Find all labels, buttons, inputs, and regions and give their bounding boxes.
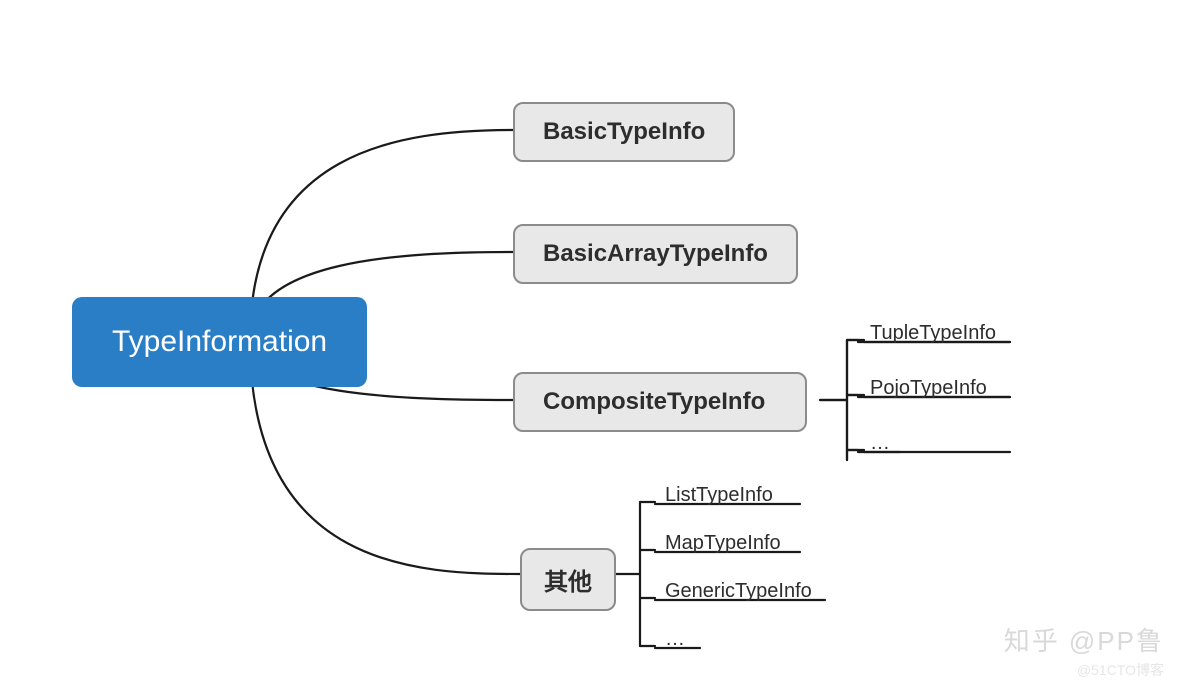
child-label: BasicArrayTypeInfo — [543, 240, 768, 267]
child-node-other: 其他 — [520, 548, 616, 611]
child-node-composite: CompositeTypeInfo — [513, 372, 807, 432]
child-label: BasicTypeInfo — [543, 118, 705, 145]
child-node-basic: BasicTypeInfo — [513, 102, 735, 162]
child-node-basic-array: BasicArrayTypeInfo — [513, 224, 798, 284]
root-node: TypeInformation — [72, 297, 367, 387]
leaf-more: … — [870, 432, 890, 455]
watermark-zhihu: 知乎 @PP鲁 — [1004, 621, 1164, 658]
leaf-list: ListTypeInfo — [665, 484, 773, 507]
mindmap-canvas: TypeInformation BasicTypeInfo BasicArray… — [0, 0, 1184, 688]
leaf-pojo: PojoTypeInfo — [870, 377, 987, 400]
leaf-generic: GenericTypeInfo — [665, 580, 812, 603]
child-label: 其他 — [544, 569, 592, 596]
leaf-map: MapTypeInfo — [665, 532, 781, 555]
leaf-tuple: TupleTypeInfo — [870, 322, 996, 345]
leaf-other-more: … — [665, 628, 685, 651]
child-label: CompositeTypeInfo — [543, 388, 765, 415]
root-label: TypeInformation — [112, 325, 327, 358]
watermark-cto: @51CTO博客 — [1077, 660, 1164, 680]
